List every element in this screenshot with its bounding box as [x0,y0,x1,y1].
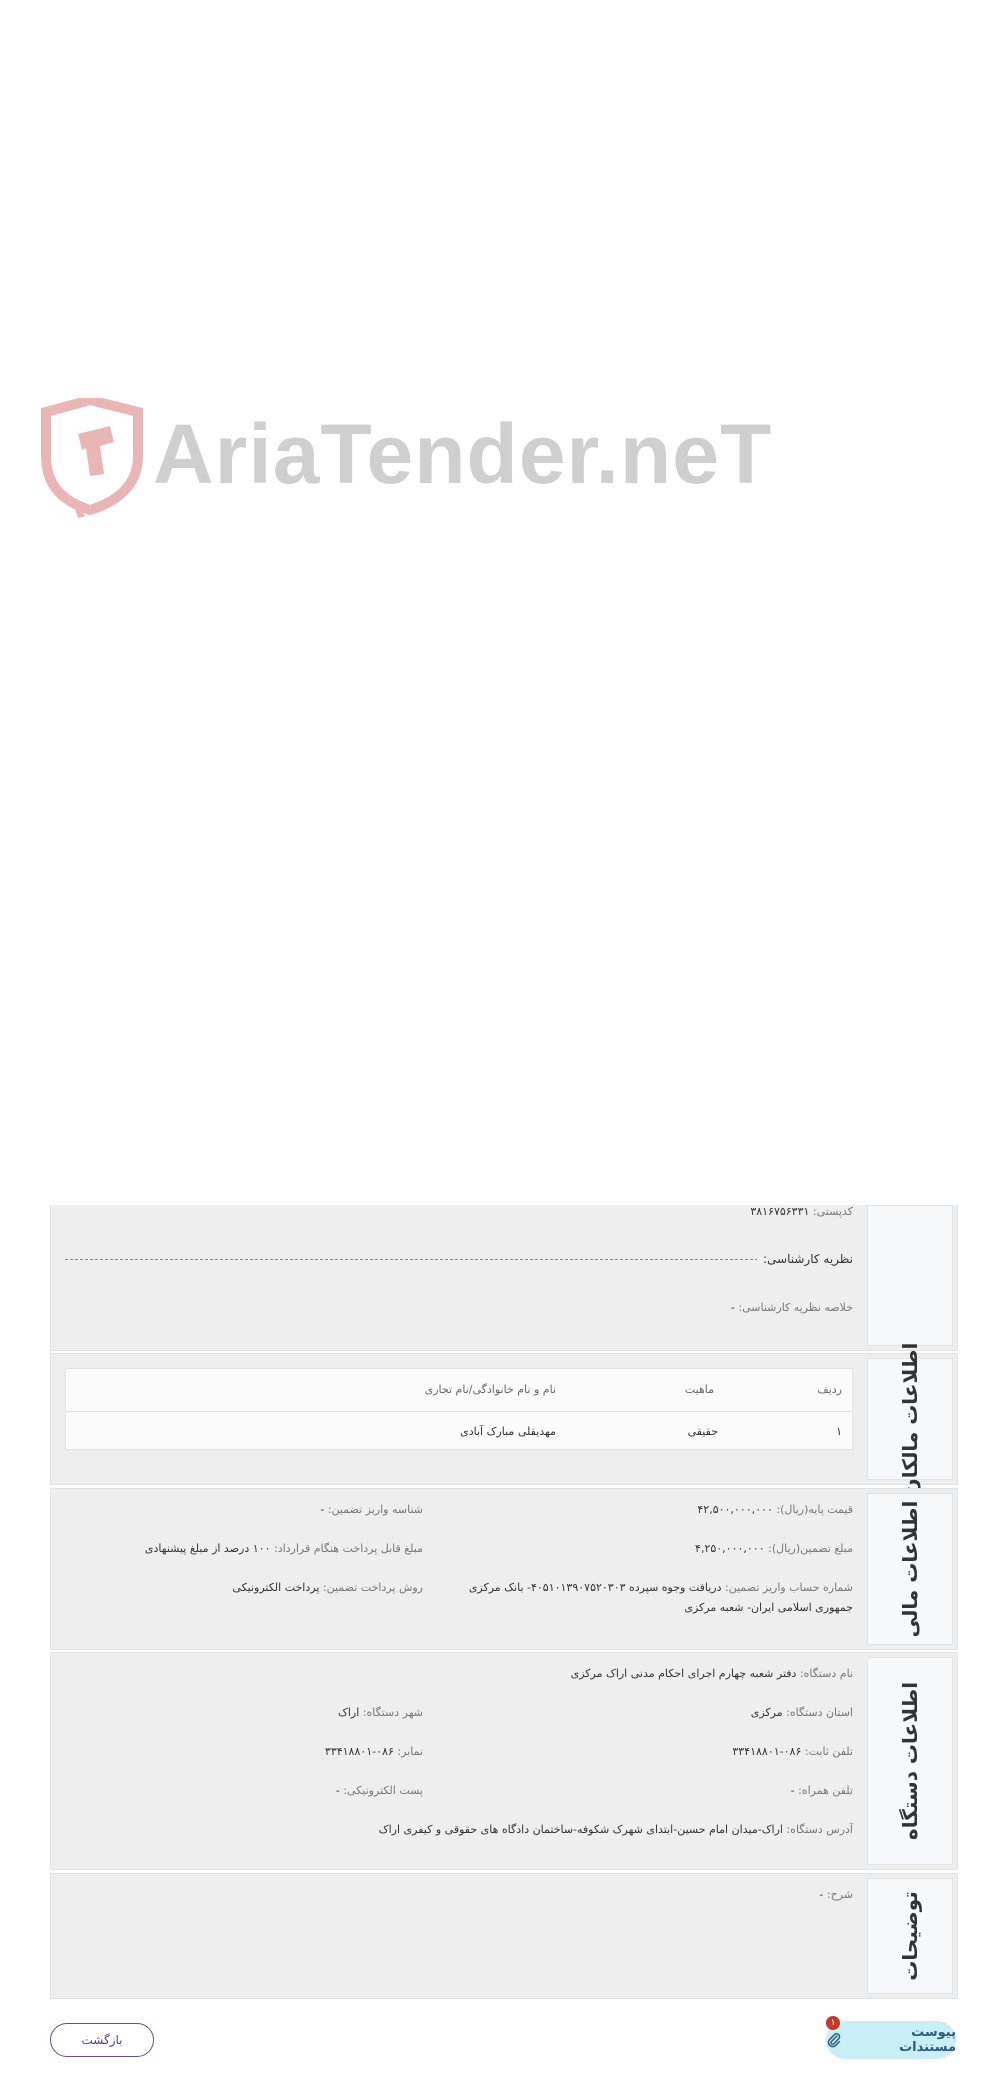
city-value: اراک [338,1706,360,1719]
postal-code-value: ۳۸۱۶۷۵۶۳۳۱ [750,1205,810,1218]
financial-section: اطلاعات مالی قیمت پایه(ریال): ۴۲,۵۰۰,۰۰۰… [50,1488,958,1650]
payment-method-label: روش پرداخت تضمین: [322,1581,423,1594]
dashed-divider [65,1259,853,1260]
attachments-button[interactable]: پیوست مستندات [826,2021,956,2059]
payable-amount-row: مبلغ قابل پرداخت هنگام قرارداد: ۱۰۰ درصد… [145,1542,423,1555]
account-row-continued: جمهوری اسلامی ایران- شعبه مرکزی [684,1601,853,1614]
table-header-divider [66,1411,852,1412]
shield-logo-icon [41,398,143,518]
fax-value: ۰۸۶-۳۳۴۱۸۸۰۱ [324,1745,394,1758]
column-header-type: ماهیت [684,1383,714,1396]
watermark-logo: AriaTender.neT [38,398,771,518]
table-cell-type: حقیقی [687,1425,718,1438]
device-name-value: دفتر شعبه چهارم اجرای احکام مدنی اراک مر… [570,1667,797,1680]
postal-code-row: کدپستی: ۳۸۱۶۷۵۶۳۳۱ [750,1205,853,1218]
base-price-value: ۴۲,۵۰۰,۰۰۰,۰۰۰ [697,1503,773,1516]
account-value-line1: دریافت وجوه سپرده ۴۰۵۱۰۱۳۹۰۷۵۲۰۳۰۳- بانک… [468,1581,722,1594]
phone-row: تلفن ثابت: ۰۸۶-۳۳۴۱۸۸۰۱ [732,1745,853,1758]
city-row: شهر دستگاه: اراک [338,1706,423,1719]
column-header-name: نام و نام خانوادگی/نام تجاری [424,1383,556,1396]
description-section-title: توضیحات [898,1891,922,1981]
expert-opinion-row: نظریه کارشناسی: [757,1252,853,1266]
phone-value: ۰۸۶-۳۳۴۱۸۸۰۱ [732,1745,802,1758]
expert-opinion-label: نظریه کارشناسی: [763,1252,853,1266]
expert-opinion-section: کدپستی: ۳۸۱۶۷۵۶۳۳۱ نظریه کارشناسی: خلاصه… [50,1205,958,1351]
financial-side-panel: اطلاعات مالی [867,1493,953,1645]
attachments-label: پیوست مستندات [899,2025,956,2055]
mobile-row: تلفن همراه: - [791,1784,853,1797]
owners-side-panel: اطلاعات مالکان [867,1343,953,1495]
device-name-label: نام دستگاه: [799,1667,853,1680]
section-side-panel [867,1205,953,1346]
device-section: اطلاعات دستگاه نام دستگاه: دفتر شعبه چها… [50,1652,958,1870]
table-cell-index: ۱ [836,1425,842,1438]
fax-row: نمابر: ۰۸۶-۳۳۴۱۸۸۰۱ [325,1745,423,1758]
paperclip-icon [827,2033,841,2048]
base-price-label: قیمت پایه(ریال): [776,1503,853,1516]
description-content: شرح: - [65,1874,853,1998]
province-label: استان دستگاه: [786,1706,853,1719]
account-row: شماره حساب واریز تضمین: دریافت وجوه سپرد… [469,1581,853,1594]
deposit-id-row: شناسه واریز تضمین: - [320,1503,423,1516]
email-label: پست الکترونیکی: [343,1784,423,1797]
deposit-id-label: شناسه واریز تضمین: [327,1503,423,1516]
financial-content: قیمت پایه(ریال): ۴۲,۵۰۰,۰۰۰,۰۰۰ شناسه وا… [65,1489,853,1649]
account-label: شماره حساب واریز تضمین: [725,1581,853,1594]
guarantee-amount-row: مبلغ تضمین(ریال): ۴,۲۵۰,۰۰۰,۰۰۰ [695,1542,853,1555]
column-header-index: ردیف [817,1383,842,1396]
owners-content: ردیف ماهیت نام و نام خانوادگی/نام تجاری … [65,1354,853,1484]
guarantee-amount-label: مبلغ تضمین(ریال): [768,1542,853,1555]
address-label: آدرس دستگاه: [786,1823,853,1836]
watermark-text: AriaTender.neT [153,407,773,501]
opinion-summary-row: خلاصه نظریه کارشناسی: - [731,1301,853,1314]
mobile-label: تلفن همراه: [798,1784,853,1797]
address-row: آدرس دستگاه: اراک-میدان امام حسین-ابتدای… [379,1823,853,1836]
opinion-summary-label: خلاصه نظریه کارشناسی: [738,1301,853,1314]
mobile-value: - [790,1784,795,1797]
table-cell-name: مهدیقلی مبارک آبادی [460,1425,556,1438]
attachments-count-badge: ۱ [826,2016,840,2030]
owners-section-title: اطلاعات مالکان [898,1342,922,1496]
payable-amount-label: مبلغ قابل پرداخت هنگام قرارداد: [274,1542,423,1555]
email-row: پست الکترونیکی: - [336,1784,423,1797]
province-row: استان دستگاه: مرکزی [751,1706,853,1719]
province-value: مرکزی [750,1706,783,1719]
description-row: شرح: - [819,1888,853,1901]
description-label: شرح: [826,1888,853,1901]
base-price-row: قیمت پایه(ریال): ۴۲,۵۰۰,۰۰۰,۰۰۰ [697,1503,853,1516]
opinion-summary-value: - [730,1301,735,1314]
payment-method-value: پرداخت الکترونیکی [232,1581,320,1594]
payable-amount-value: ۱۰۰ درصد از مبلغ پیشنهادی [144,1542,271,1555]
address-value: اراک-میدان امام حسین-ابتدای شهرک شکوفه-س… [378,1823,783,1836]
device-name-row: نام دستگاه: دفتر شعبه چهارم اجرای احکام … [571,1667,853,1680]
guarantee-amount-value: ۴,۲۵۰,۰۰۰,۰۰۰ [695,1542,765,1555]
payment-method-row: روش پرداخت تضمین: پرداخت الکترونیکی [232,1581,423,1594]
postal-code-label: کدپستی: [812,1205,853,1218]
account-value-line2: جمهوری اسلامی ایران- شعبه مرکزی [684,1601,853,1614]
fax-label: نمابر: [397,1745,423,1758]
device-content: نام دستگاه: دفتر شعبه چهارم اجرای احکام … [65,1653,853,1869]
description-value: - [819,1888,824,1901]
description-side-panel: توضیحات [867,1878,953,1994]
owners-section: اطلاعات مالکان ردیف ماهیت نام و نام خانو… [50,1343,958,1495]
expert-content: کدپستی: ۳۸۱۶۷۵۶۳۳۱ نظریه کارشناسی: خلاصه… [65,1205,853,1350]
device-section-title: اطلاعات دستگاه [898,1681,922,1841]
owners-table: ردیف ماهیت نام و نام خانوادگی/نام تجاری … [65,1368,853,1450]
deposit-id-value: - [320,1503,325,1516]
city-label: شهر دستگاه: [362,1706,423,1719]
financial-section-title: اطلاعات مالی [898,1500,922,1638]
device-side-panel: اطلاعات دستگاه [867,1657,953,1865]
description-section: توضیحات شرح: - [50,1873,958,1999]
email-value: - [335,1784,340,1797]
phone-label: تلفن ثابت: [804,1745,853,1758]
back-button[interactable]: بازگشت [50,2023,154,2057]
